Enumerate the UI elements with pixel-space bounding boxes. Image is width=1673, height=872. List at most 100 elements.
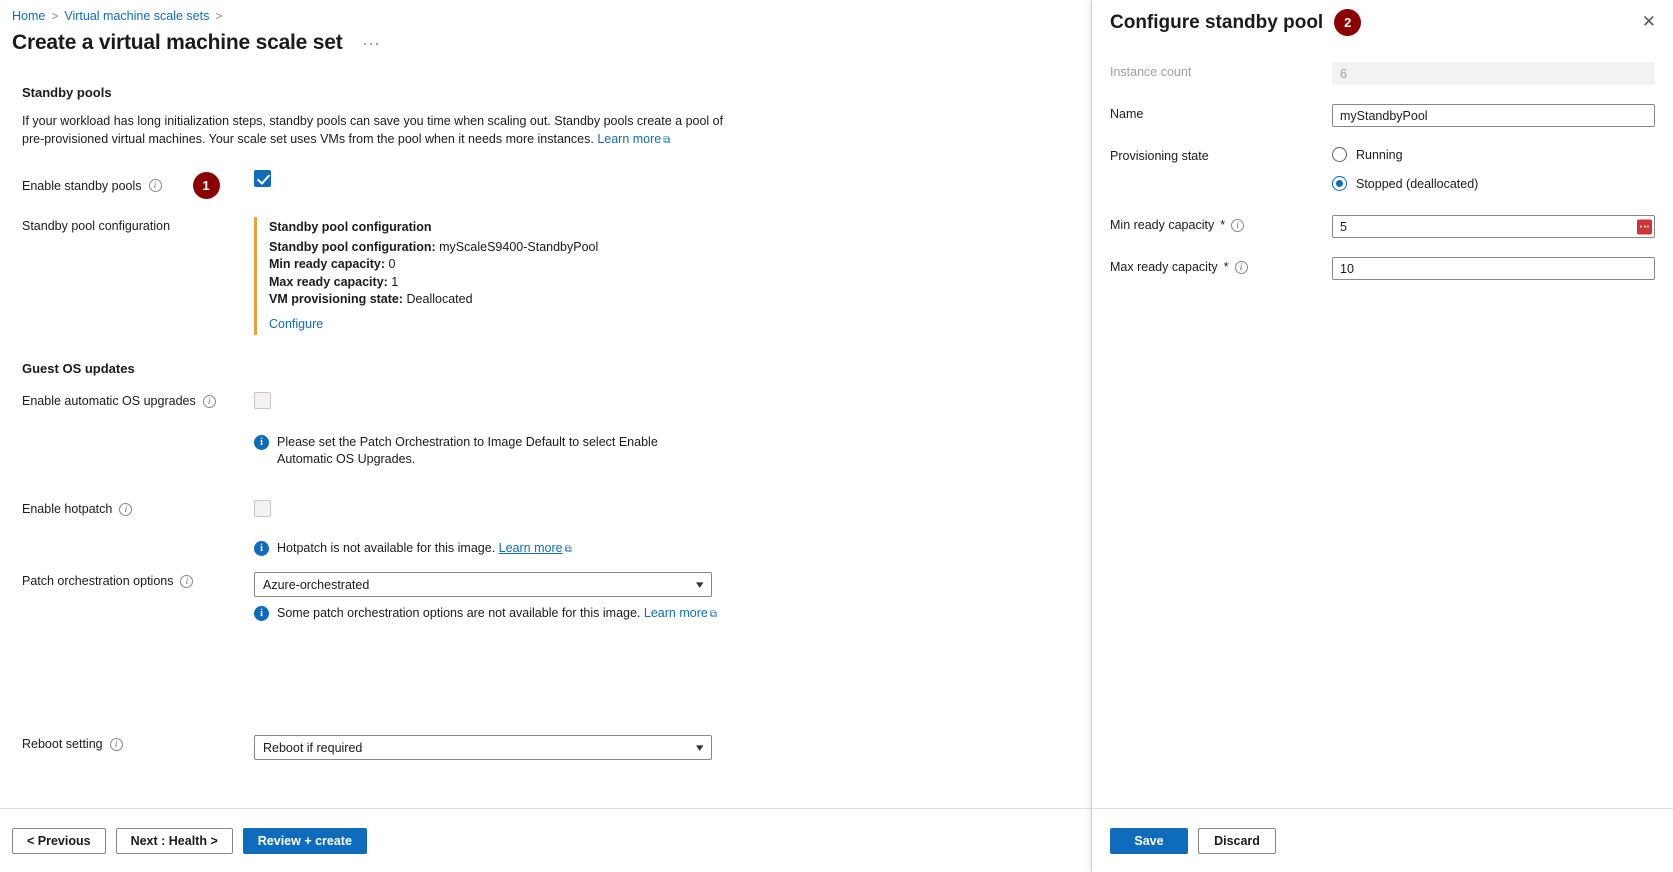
- discard-button[interactable]: Discard: [1198, 828, 1276, 854]
- hotpatch-row: Enable hotpatch i: [22, 500, 1091, 522]
- hotpatch-checkbox[interactable]: [254, 500, 271, 517]
- summary-key-provisioning-state: VM provisioning state:: [269, 292, 403, 306]
- hotpatch-note-text: Hotpatch is not available for this image…: [277, 541, 495, 555]
- save-button[interactable]: Save: [1110, 828, 1188, 854]
- provisioning-state-field: Running Stopped (deallocated): [1332, 146, 1655, 191]
- standby-pool-configuration-row: Standby pool configuration Standby pool …: [22, 217, 1091, 335]
- min-ready-capacity-field: 5: [1332, 215, 1655, 238]
- standby-pools-description: If your workload has long initialization…: [22, 112, 737, 150]
- previous-button[interactable]: < Previous: [12, 828, 106, 854]
- min-ready-capacity-input-wrap: 5: [1332, 215, 1655, 238]
- enable-standby-pools-label: Enable standby pools: [22, 179, 142, 193]
- patch-orchestration-selected-value: Azure-orchestrated: [263, 578, 369, 592]
- auto-os-upgrades-note: i Please set the Patch Orchestration to …: [254, 434, 709, 468]
- form-scroll-region: Home > Virtual machine scale sets > Crea…: [0, 0, 1091, 808]
- form-body: Standby pools If your workload has long …: [0, 55, 1091, 760]
- patch-orchestration-learn-more-link[interactable]: Learn more: [644, 606, 708, 620]
- main-create-pane: Home > Virtual machine scale sets > Crea…: [0, 0, 1092, 872]
- summary-line-provisioning-state: VM provisioning state: Deallocated: [269, 291, 1091, 309]
- summary-line-min-ready: Min ready capacity: 0: [269, 256, 1091, 274]
- patch-orchestration-note: i Some patch orchestration options are n…: [254, 605, 814, 623]
- auto-os-upgrades-checkbox[interactable]: [254, 392, 271, 409]
- info-icon[interactable]: i: [180, 575, 193, 588]
- hotpatch-note-field: i Hotpatch is not available for this ima…: [254, 528, 1091, 558]
- validation-error-icon[interactable]: [1637, 219, 1652, 234]
- max-ready-capacity-row: Max ready capacity * i 10: [1110, 257, 1655, 280]
- summary-key-min-ready: Min ready capacity:: [269, 257, 385, 271]
- instance-count-input: 6: [1332, 62, 1655, 85]
- hotpatch-field: [254, 500, 1091, 522]
- required-asterisk: *: [1220, 218, 1225, 232]
- instance-count-label: Instance count: [1110, 62, 1332, 79]
- auto-os-upgrades-row: Enable automatic OS upgrades i: [22, 392, 1091, 414]
- auto-os-upgrades-note-text: Please set the Patch Orchestration to Im…: [277, 434, 709, 468]
- provisioning-state-option-stopped[interactable]: Stopped (deallocated): [1332, 176, 1655, 191]
- hotpatch-note: i Hotpatch is not available for this ima…: [254, 540, 814, 558]
- patch-orchestration-note-field: i Some patch orchestration options are n…: [254, 605, 1091, 623]
- auto-os-upgrades-note-row: i Please set the Patch Orchestration to …: [22, 420, 1091, 468]
- reboot-setting-label: Reboot setting: [22, 737, 103, 751]
- info-icon[interactable]: i: [1235, 261, 1248, 274]
- enable-standby-pools-checkbox[interactable]: [254, 170, 271, 187]
- reboot-setting-selected-value: Reboot if required: [263, 741, 362, 755]
- review-create-button[interactable]: Review + create: [243, 828, 367, 854]
- chevron-down-icon: ▾: [697, 741, 704, 754]
- provisioning-state-label: Provisioning state: [1110, 146, 1332, 163]
- info-icon[interactable]: i: [1231, 219, 1244, 232]
- patch-orchestration-note-row: i Some patch orchestration options are n…: [22, 605, 1091, 623]
- reboot-setting-select[interactable]: Reboot if required ▾: [254, 735, 712, 760]
- external-link-icon: ⧉: [710, 606, 717, 623]
- hotpatch-note-row: i Hotpatch is not available for this ima…: [22, 528, 1091, 558]
- more-actions-icon[interactable]: ···: [359, 34, 385, 53]
- breadcrumb-item-vmss[interactable]: Virtual machine scale sets: [64, 9, 209, 23]
- provisioning-state-option-running-label: Running: [1356, 148, 1403, 162]
- info-icon[interactable]: i: [203, 395, 216, 408]
- instance-count-field: 6: [1332, 62, 1655, 85]
- info-icon[interactable]: i: [110, 738, 123, 751]
- configure-link[interactable]: Configure: [269, 316, 323, 334]
- summary-key-pool-name: Standby pool configuration:: [269, 240, 436, 254]
- standby-pools-learn-more-link[interactable]: Learn more: [597, 132, 661, 146]
- breadcrumb-item-home[interactable]: Home: [12, 9, 45, 23]
- min-ready-capacity-label: Min ready capacity: [1110, 218, 1214, 232]
- auto-os-upgrades-note-field: i Please set the Patch Orchestration to …: [254, 420, 1091, 468]
- hotpatch-note-wrap: Hotpatch is not available for this image…: [277, 540, 572, 558]
- info-circle-icon: i: [254, 435, 269, 450]
- patch-orchestration-row: Patch orchestration options i Azure-orch…: [22, 572, 1091, 597]
- spacer-label: [22, 420, 254, 422]
- pool-name-input[interactable]: myStandbyPool: [1332, 104, 1655, 127]
- info-icon[interactable]: i: [119, 503, 132, 516]
- provisioning-state-option-running[interactable]: Running: [1332, 147, 1655, 162]
- panel-title: Configure standby pool: [1110, 12, 1323, 34]
- guest-os-section-title: Guest OS updates: [22, 361, 1091, 376]
- hotpatch-learn-more-link[interactable]: Learn more: [499, 541, 563, 555]
- callout-badge-2: 2: [1334, 9, 1361, 36]
- auto-os-upgrades-label: Enable automatic OS upgrades: [22, 394, 196, 408]
- radio-icon-stopped[interactable]: [1332, 176, 1347, 191]
- page-title-row: Create a virtual machine scale set ···: [0, 23, 1091, 55]
- patch-orchestration-note-wrap: Some patch orchestration options are not…: [277, 605, 717, 623]
- summary-value-pool-name: myScaleS9400-StandbyPool: [439, 240, 598, 254]
- summary-line-pool-name: Standby pool configuration: myScaleS9400…: [269, 239, 1091, 257]
- max-ready-capacity-input[interactable]: 10: [1332, 257, 1655, 280]
- hotpatch-label: Enable hotpatch: [22, 502, 112, 516]
- summary-title: Standby pool configuration: [269, 219, 1091, 237]
- standby-pools-section-title: Standby pools: [22, 85, 1091, 100]
- standby-pool-configuration-field: Standby pool configuration Standby pool …: [254, 217, 1091, 335]
- min-ready-capacity-input[interactable]: 5: [1332, 215, 1655, 238]
- auto-os-upgrades-label-group: Enable automatic OS upgrades i: [22, 392, 254, 408]
- panel-title-wrap: Configure standby pool 2: [1110, 9, 1361, 36]
- info-circle-icon: i: [254, 541, 269, 556]
- summary-value-provisioning-state: Deallocated: [407, 292, 473, 306]
- patch-orchestration-label-group: Patch orchestration options i: [22, 572, 254, 588]
- wizard-footer: < Previous Next : Health > Review + crea…: [0, 808, 1091, 872]
- enable-standby-pools-row: Enable standby pools i 1: [22, 170, 1091, 199]
- next-health-button[interactable]: Next : Health >: [116, 828, 233, 854]
- patch-orchestration-select[interactable]: Azure-orchestrated ▾: [254, 572, 712, 597]
- enable-standby-pools-label-group: Enable standby pools i 1: [22, 170, 254, 199]
- external-link-icon: ⧉: [565, 541, 572, 558]
- info-icon[interactable]: i: [149, 179, 162, 192]
- min-ready-capacity-label-group: Min ready capacity * i: [1110, 215, 1332, 232]
- close-icon[interactable]: ✕: [1639, 9, 1659, 34]
- radio-icon-running[interactable]: [1332, 147, 1347, 162]
